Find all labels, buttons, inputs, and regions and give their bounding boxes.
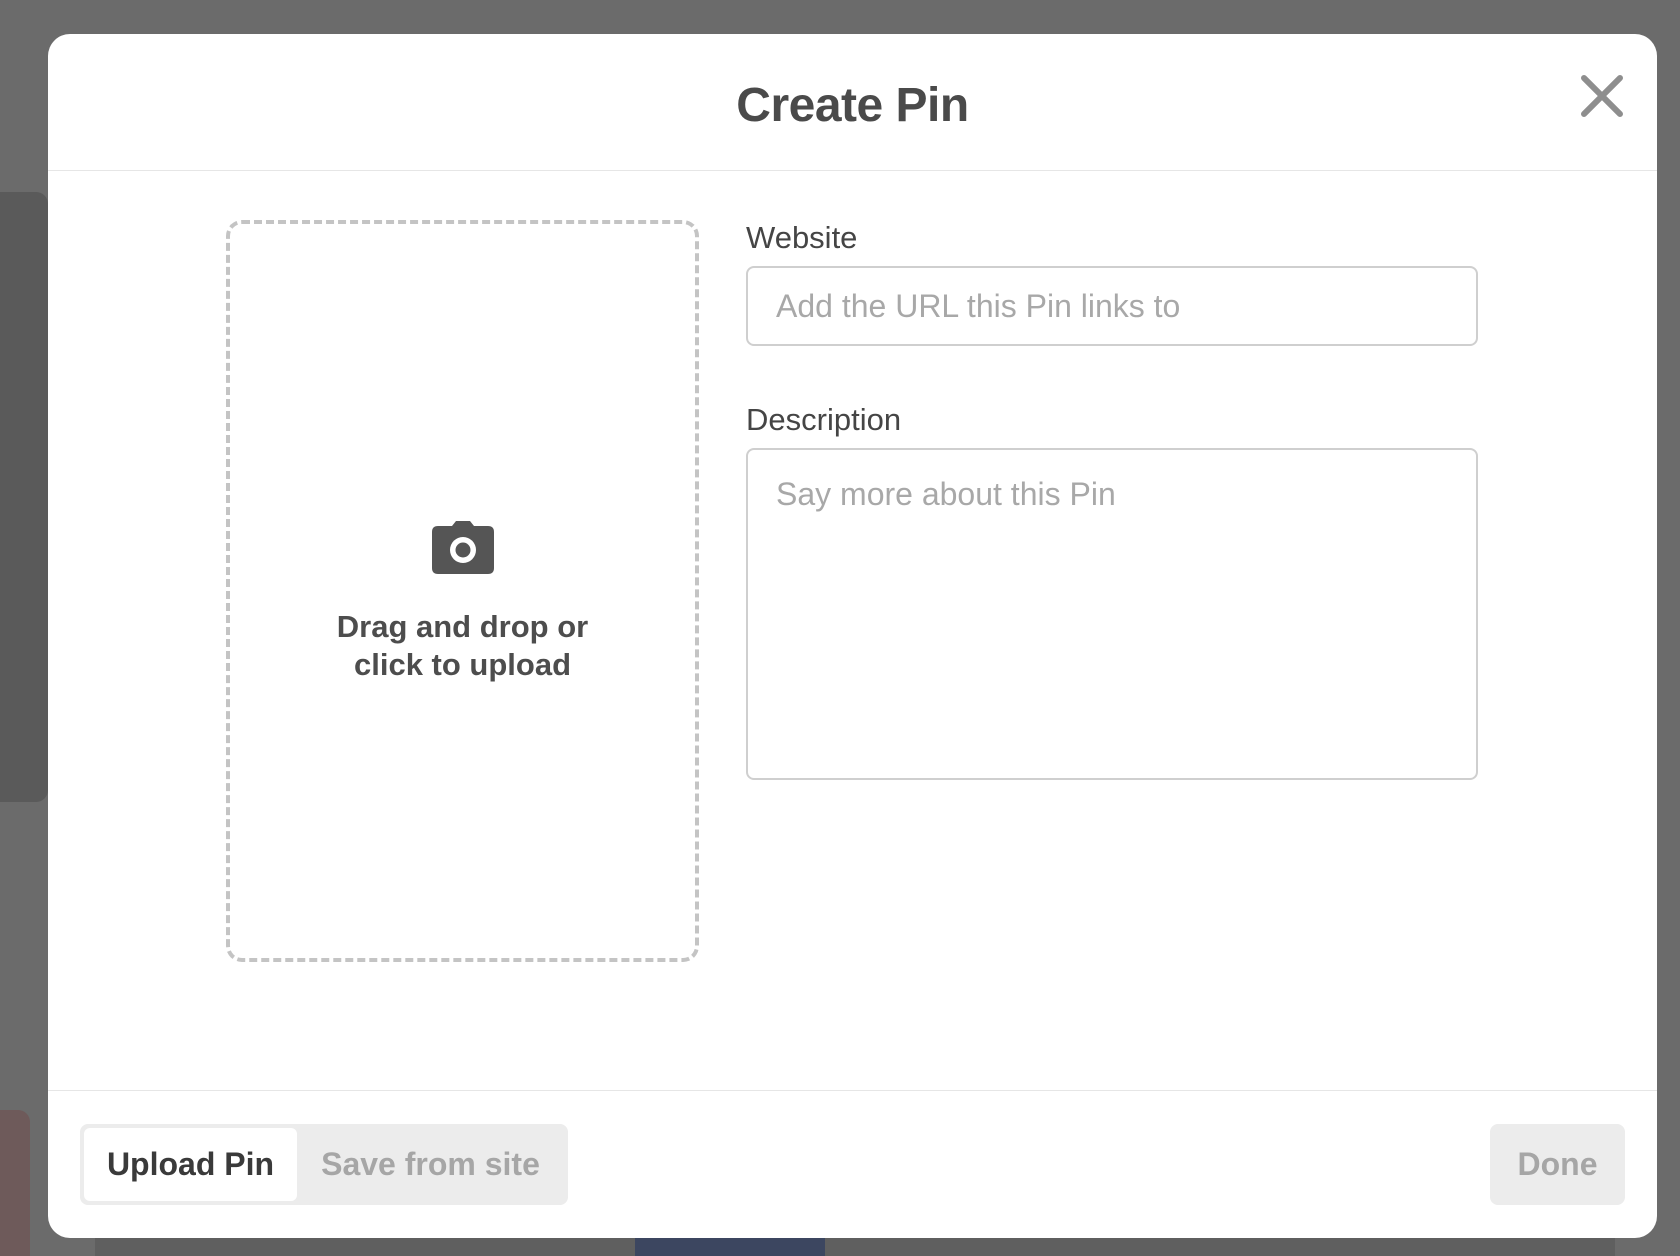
done-button[interactable]: Done xyxy=(1490,1124,1625,1205)
tab-save-from-site[interactable]: Save from site xyxy=(297,1128,564,1201)
pin-source-tabs: Upload Pin Save from site xyxy=(80,1124,568,1205)
close-icon xyxy=(1581,75,1623,117)
modal-footer: Upload Pin Save from site Done xyxy=(48,1090,1657,1238)
background-pin-card xyxy=(0,1110,30,1256)
image-upload-dropzone[interactable]: Drag and drop or click to upload xyxy=(226,220,699,962)
background-pin-thumbnail xyxy=(635,1238,825,1256)
upload-instructions: Drag and drop or click to upload xyxy=(230,608,695,684)
close-button[interactable] xyxy=(1574,68,1630,124)
background-pin-row xyxy=(95,1238,1615,1256)
modal-header: Create Pin xyxy=(48,34,1657,171)
website-url-input[interactable] xyxy=(746,266,1478,346)
description-textarea[interactable] xyxy=(746,448,1478,780)
background-pin-card xyxy=(0,192,48,802)
tab-upload-pin[interactable]: Upload Pin xyxy=(84,1128,297,1201)
create-pin-modal: Create Pin Drag and drop or click to upl… xyxy=(48,34,1657,1238)
camera-icon xyxy=(432,521,494,574)
upload-instructions-line: click to upload xyxy=(353,647,572,682)
description-label: Description xyxy=(746,402,902,437)
website-label: Website xyxy=(746,220,858,255)
modal-title: Create Pin xyxy=(736,79,969,132)
upload-instructions-line: Drag and drop or xyxy=(336,609,589,644)
